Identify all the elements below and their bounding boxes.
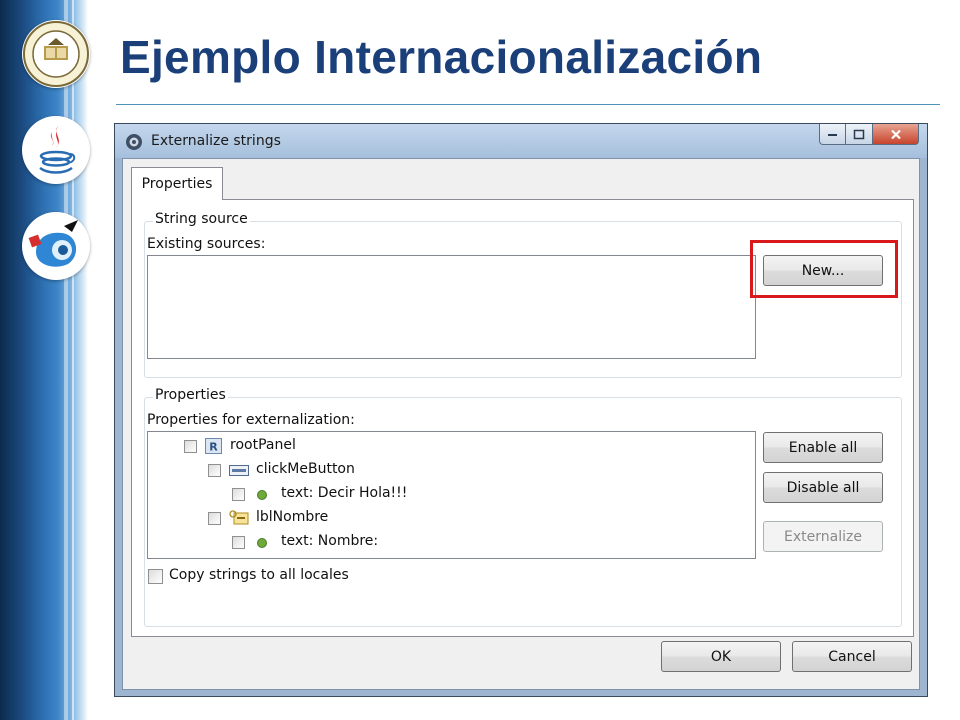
dialog-title: Externalize strings — [151, 133, 281, 149]
disable-all-button[interactable]: Disable all — [763, 472, 883, 503]
existing-sources-label: Existing sources: — [147, 236, 266, 252]
bar-stripe — [64, 0, 68, 720]
properties-group-label: Properties — [153, 387, 228, 403]
label-component-icon — [229, 510, 249, 525]
svg-text:R: R — [209, 441, 218, 454]
externalize-button: Externalize — [763, 521, 883, 552]
maximize-icon — [853, 129, 865, 139]
enable-all-button[interactable]: Enable all — [763, 432, 883, 463]
minimize-icon — [827, 134, 837, 136]
tree-checkbox-nombre[interactable] — [232, 536, 245, 549]
root-panel-icon: R — [205, 438, 222, 454]
string-source-group-label: String source — [153, 211, 250, 227]
properties-tree[interactable]: R rootPanel clickMeButton text: Decir Ho… — [147, 431, 756, 559]
university-seal-logo — [22, 20, 90, 88]
ok-button[interactable]: OK — [661, 641, 781, 672]
properties-tab-panel: String source Existing sources: New... P… — [131, 199, 914, 637]
close-icon — [890, 129, 901, 139]
tree-item-label[interactable]: text: Decir Hola!!! — [281, 485, 407, 501]
tab-properties[interactable]: Properties — [131, 167, 223, 200]
copy-strings-checkbox[interactable] — [148, 569, 163, 584]
tree-item-label[interactable]: clickMeButton — [256, 461, 355, 477]
tree-checkbox-lblnombre[interactable] — [208, 512, 221, 525]
bar-stripe — [72, 0, 74, 720]
externalize-strings-dialog: Externalize strings Properties String so… — [114, 123, 928, 697]
dialog-client-area: Properties String source Existing source… — [122, 158, 920, 690]
green-dot-icon — [257, 490, 267, 500]
slide-title: Ejemplo Internacionalización — [120, 31, 763, 83]
red-highlight-box — [750, 240, 898, 298]
properties-for-externalization-label: Properties for externalization: — [147, 412, 355, 428]
tree-checkbox-decir-hola[interactable] — [232, 488, 245, 501]
green-dot-icon — [257, 538, 267, 548]
dialog-titlebar[interactable]: Externalize strings — [115, 124, 927, 158]
title-divider — [116, 104, 940, 105]
close-button[interactable] — [873, 124, 919, 145]
tree-item-label[interactable]: lblNombre — [256, 509, 328, 525]
java-logo — [22, 116, 90, 184]
tree-item-label[interactable]: rootPanel — [230, 437, 296, 453]
tree-checkbox-rootpanel[interactable] — [184, 440, 197, 453]
button-component-icon — [229, 465, 249, 476]
minimize-button[interactable] — [819, 124, 846, 145]
gear-icon — [126, 134, 142, 150]
cancel-button[interactable]: Cancel — [792, 641, 912, 672]
netbeans-logo — [22, 212, 90, 280]
existing-sources-list[interactable] — [147, 255, 756, 359]
window-controls — [819, 124, 919, 146]
maximize-button[interactable] — [846, 124, 873, 145]
left-decorative-bar — [0, 0, 88, 720]
tree-item-label[interactable]: text: Nombre: — [281, 533, 378, 549]
copy-strings-label[interactable]: Copy strings to all locales — [169, 567, 349, 583]
tree-checkbox-clickmebutton[interactable] — [208, 464, 221, 477]
